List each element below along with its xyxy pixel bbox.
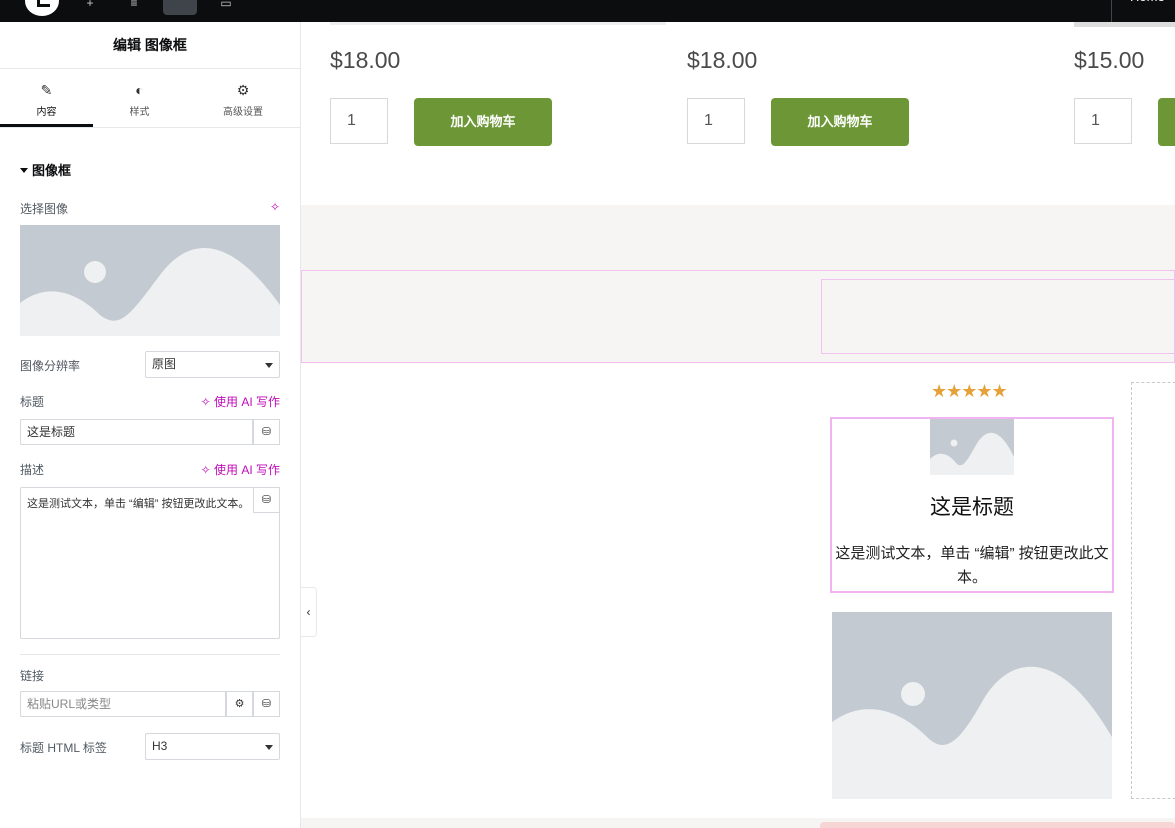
gear-icon: ⚙ <box>236 82 250 98</box>
section-toggle[interactable]: 图像框 <box>20 160 71 179</box>
resolution-select[interactable]: 原图 <box>145 351 280 378</box>
ai-sparkle-icon[interactable]: ✧ <box>270 200 280 214</box>
quantity-input[interactable]: 1 <box>1074 98 1132 144</box>
product-price: $18.00 <box>330 47 401 73</box>
elementor-logo-icon[interactable] <box>25 0 59 16</box>
layers-button[interactable] <box>163 0 197 15</box>
placeholder-image-icon <box>930 432 1014 475</box>
section-outline <box>820 822 1175 828</box>
link-label: 链接 <box>20 669 45 683</box>
image-box-title: 这是标题 <box>930 495 1014 519</box>
image-widget[interactable] <box>832 612 1112 799</box>
comment-icon[interactable]: ▭ <box>216 0 236 10</box>
star-rating: ★★★★★ <box>931 381 1008 401</box>
top-toolbar: + ≡ ▭ Home <box>0 0 1175 22</box>
pencil-icon: ✎ <box>40 82 53 98</box>
dynamic-tags-icon[interactable]: ⛁ <box>253 691 280 717</box>
product-price: $18.00 <box>687 47 758 73</box>
product-image-strip <box>1074 22 1175 27</box>
add-to-cart-button[interactable]: 加入购物车 <box>414 98 552 146</box>
tab-advanced[interactable]: ⚙ 高级设置 <box>186 69 300 127</box>
add-to-cart-button[interactable]: 加入购物车 <box>771 98 909 146</box>
add-to-cart-button[interactable] <box>1158 98 1175 146</box>
desc-label: 描述 <box>20 463 45 477</box>
placeholder-image-icon <box>832 666 1112 799</box>
product-price: $15.00 <box>1074 47 1145 73</box>
image-box-thumbnail <box>930 419 1014 475</box>
placeholder-image-icon <box>20 247 280 336</box>
quantity-input[interactable]: 1 <box>687 98 745 144</box>
link-settings-gear-icon[interactable]: ⚙ <box>226 691 253 717</box>
ai-write-title-button[interactable]: ✧ 使用 AI 写作 <box>201 393 280 410</box>
divider <box>20 654 280 655</box>
panel-tabs: ✎ 内容 ◐ 样式 ⚙ 高级设置 <box>0 69 300 128</box>
image-box-description: 这是测试文本，单击 “编辑” 按钮更改此文本。 <box>835 545 1109 586</box>
html-tag-label: 标题 HTML 标签 <box>20 741 107 755</box>
tab-content[interactable]: ✎ 内容 <box>0 69 93 127</box>
image-picker[interactable] <box>20 225 280 336</box>
tab-style[interactable]: ◐ 样式 <box>93 69 186 127</box>
add-icon[interactable]: + <box>80 0 100 10</box>
ai-write-label: 使用 AI 写作 <box>213 395 280 409</box>
empty-column-placeholder[interactable] <box>1131 382 1175 799</box>
editor-panel: 编辑 图像框 ✎ 内容 ◐ 样式 ⚙ 高级设置 图像框 选择图像 ✧ 图像分辨率… <box>0 22 301 828</box>
ai-write-label: 使用 AI 写作 <box>213 463 280 477</box>
resolution-label: 图像分辨率 <box>20 359 81 373</box>
title-input[interactable]: 这是标题 <box>20 419 253 445</box>
html-tag-select[interactable]: H3 <box>145 733 280 760</box>
image-box-widget[interactable]: 这是标题 这是测试文本，单击 “编辑” 按钮更改此文本。 <box>830 417 1114 593</box>
settings-sliders-icon[interactable]: ≡ <box>124 0 144 10</box>
product-image-strip <box>330 22 666 25</box>
dynamic-tags-icon[interactable]: ⛁ <box>253 419 280 445</box>
quantity-input[interactable]: 1 <box>330 98 388 144</box>
description-textarea[interactable]: 这是测试文本，单击 “编辑” 按钮更改此文本。 <box>20 487 280 639</box>
collapse-panel-button[interactable]: ‹ <box>301 587 317 637</box>
tab-advanced-label: 高级设置 <box>223 107 263 118</box>
section-title: 图像框 <box>32 163 72 178</box>
tab-style-label: 样式 <box>129 107 150 118</box>
home-button[interactable]: Home <box>1111 0 1175 22</box>
half-circle-icon: ◐ <box>135 82 144 98</box>
ai-write-desc-button[interactable]: ✧ 使用 AI 写作 <box>201 461 280 478</box>
dynamic-tags-icon[interactable]: ⛁ <box>253 487 280 513</box>
link-input[interactable]: 粘贴URL或类型 <box>20 691 226 717</box>
choose-image-label: 选择图像 <box>20 202 69 216</box>
inner-column-outline[interactable] <box>821 279 1175 354</box>
tab-content-label: 内容 <box>36 107 57 118</box>
caret-down-icon <box>20 168 28 173</box>
title-label: 标题 <box>20 395 45 409</box>
panel-title: 编辑 图像框 <box>0 22 300 69</box>
